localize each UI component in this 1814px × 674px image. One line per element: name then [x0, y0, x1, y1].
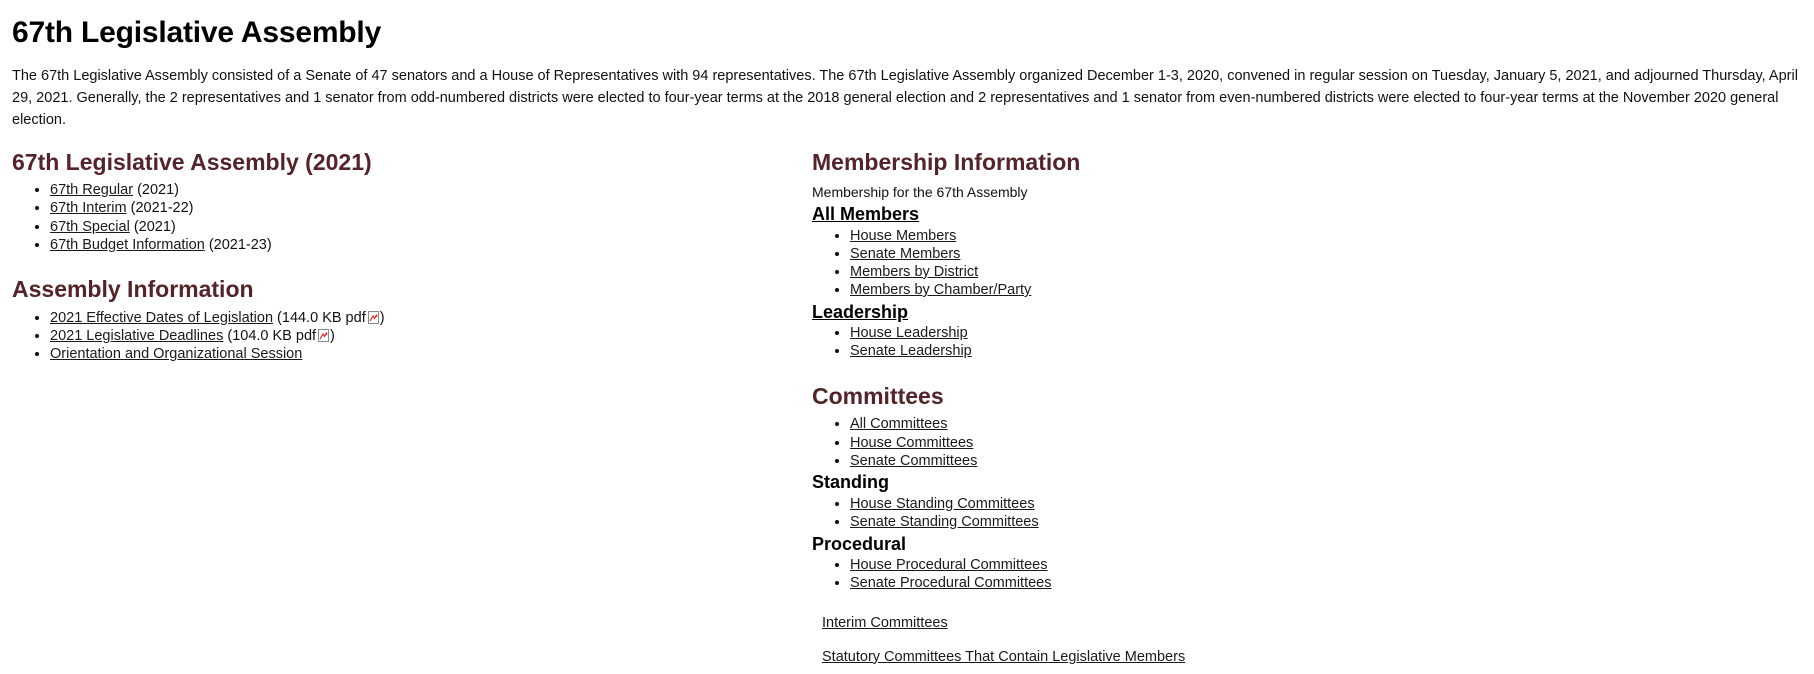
assembly-section-heading: 67th Legislative Assembly (2021)	[12, 148, 372, 175]
procedural-committees-list: House Procedural Committees Senate Proce…	[812, 557, 1802, 593]
link-67th-regular[interactable]: 67th Regular	[50, 182, 133, 198]
session-years: (2021-22)	[130, 200, 194, 217]
two-column-layout: 67th Legislative Assembly (2021) 67th Re…	[12, 149, 1802, 667]
assembly-session-list: 67th Regular (2021) 67th Interim (2021-2…	[12, 182, 802, 254]
list-item: All Committees	[850, 416, 1802, 434]
pdf-icon	[318, 329, 330, 343]
link-senate-standing-committees[interactable]: Senate Standing Committees	[850, 514, 1039, 530]
link-67th-interim[interactable]: 67th Interim	[50, 200, 127, 216]
link-statutory-committees-that-contain-legislative-members[interactable]: Statutory Committees That Contain Legisl…	[822, 649, 1185, 665]
link-house-members[interactable]: House Members	[850, 228, 956, 244]
link-senate-members[interactable]: Senate Members	[850, 246, 960, 262]
left-column: 67th Legislative Assembly (2021) 67th Re…	[12, 149, 802, 365]
page-title: 67th Legislative Assembly	[12, 16, 382, 49]
list-item: Senate Members	[850, 246, 1802, 264]
list-item: 67th Interim (2021-22)	[50, 200, 802, 218]
list-item: House Leadership	[850, 325, 1802, 343]
procedural-heading: Procedural	[812, 533, 907, 554]
link-orientation-and-organizational-session[interactable]: Orientation and Organizational Session	[50, 346, 302, 362]
assembly-information-list: 2021 Effective Dates of Legislation (144…	[12, 310, 802, 364]
list-item: 2021 Legislative Deadlines (104.0 KB pdf…	[50, 328, 802, 346]
link-house-committees[interactable]: House Committees	[850, 435, 973, 451]
all-members-heading: All Members	[812, 204, 920, 225]
interim-committees-row: Interim Committees	[822, 613, 1802, 633]
standing-committees-list: House Standing Committees Senate Standin…	[812, 496, 1802, 532]
list-item: 67th Budget Information (2021-23)	[50, 237, 802, 255]
link-67th-special[interactable]: 67th Special	[50, 219, 130, 235]
file-size-close: )	[330, 328, 335, 345]
file-size-open: (144.0 KB pdf	[277, 310, 366, 326]
link-2021-effective-dates-of-legislation[interactable]: 2021 Effective Dates of Legislation	[50, 310, 273, 326]
link-house-standing-committees[interactable]: House Standing Committees	[850, 496, 1035, 512]
list-item: 2021 Effective Dates of Legislation (144…	[50, 310, 802, 328]
list-item: 67th Special (2021)	[50, 219, 802, 237]
link-67th-budget-information[interactable]: 67th Budget Information	[50, 237, 205, 253]
membership-note: Membership for the 67th Assembly	[812, 184, 1028, 201]
session-years: (2021)	[137, 182, 179, 199]
list-item: Senate Standing Committees	[850, 514, 1802, 532]
link-senate-leadership[interactable]: Senate Leadership	[850, 343, 972, 359]
link-members-by-chamber-party[interactable]: Members by Chamber/Party	[850, 282, 1031, 298]
session-years: (2021-23)	[208, 236, 272, 253]
page-container: 67th Legislative Assembly The 67th Legis…	[0, 0, 1814, 667]
all-members-list: House Members Senate Members Members by …	[812, 228, 1802, 300]
link-house-leadership[interactable]: House Leadership	[850, 325, 968, 341]
leadership-list: House Leadership Senate Leadership	[812, 325, 1802, 361]
committees-heading: Committees	[812, 382, 944, 409]
link-all-committees[interactable]: All Committees	[850, 416, 948, 432]
link-house-procedural-committees[interactable]: House Procedural Committees	[850, 557, 1047, 573]
link-senate-procedural-committees[interactable]: Senate Procedural Committees	[850, 575, 1052, 591]
list-item: House Procedural Committees	[850, 557, 1802, 575]
link-senate-committees[interactable]: Senate Committees	[850, 453, 977, 469]
leadership-heading: Leadership	[812, 301, 909, 322]
list-item: Members by Chamber/Party	[850, 282, 1802, 300]
membership-information-heading: Membership Information	[812, 148, 1081, 175]
intro-paragraph: The 67th Legislative Assembly consisted …	[12, 67, 1798, 128]
session-years: (2021)	[133, 218, 176, 235]
pdf-icon	[367, 311, 379, 324]
statutory-committees-row: Statutory Committees That Contain Legisl…	[822, 647, 1802, 667]
file-size-open: (104.0 KB pdf	[227, 328, 317, 345]
standing-heading: Standing	[812, 472, 889, 493]
list-item: Orientation and Organizational Session	[50, 346, 802, 364]
list-item: Senate Committees	[850, 453, 1802, 471]
list-item: House Members	[850, 228, 1802, 246]
right-column: Membership Information Membership for th…	[802, 149, 1802, 667]
file-size-close: )	[379, 310, 385, 326]
list-item: 67th Regular (2021)	[50, 182, 802, 200]
committees-list: All Committees House Committees Senate C…	[812, 416, 1802, 470]
list-item: House Standing Committees	[850, 496, 1802, 514]
link-interim-committees[interactable]: Interim Committees	[822, 615, 948, 631]
link-2021-legislative-deadlines[interactable]: 2021 Legislative Deadlines	[50, 328, 223, 344]
link-members-by-district[interactable]: Members by District	[850, 264, 978, 280]
list-item: Senate Leadership	[850, 343, 1802, 361]
list-item: Senate Procedural Committees	[850, 575, 1802, 593]
assembly-information-heading: Assembly Information	[12, 276, 254, 303]
list-item: Members by District	[850, 264, 1802, 282]
list-item: House Committees	[850, 435, 1802, 453]
